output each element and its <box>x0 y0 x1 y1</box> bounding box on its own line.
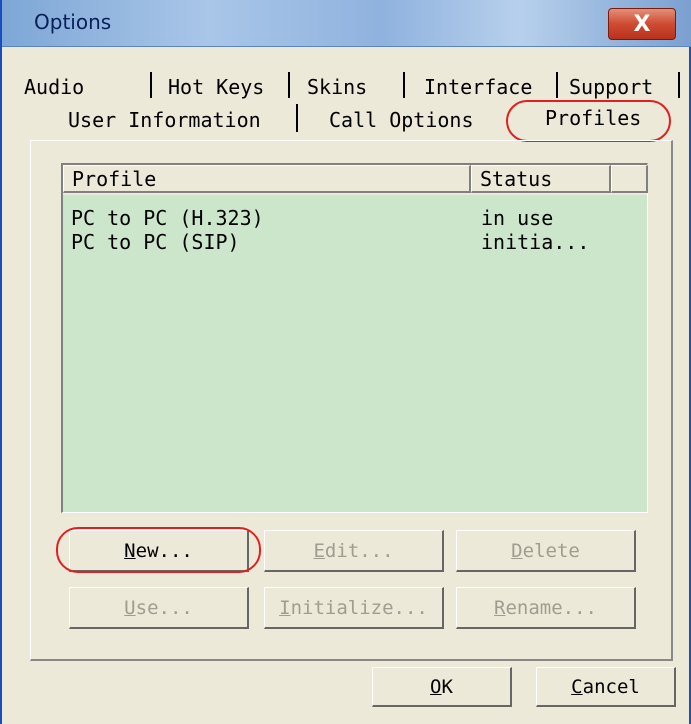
tab-interface[interactable]: Interface <box>424 75 532 99</box>
new-button[interactable]: New... <box>69 530 249 572</box>
list-item-profile[interactable]: PC to PC (SIP) <box>71 231 240 253</box>
tab-hot-keys[interactable]: Hot Keys <box>168 75 264 99</box>
initialize-button[interactable]: Initialize... <box>264 587 444 629</box>
column-header-empty[interactable] <box>611 165 648 193</box>
cancel-button[interactable]: Cancel <box>536 667 676 707</box>
tab-call-options[interactable]: Call Options <box>329 108 474 132</box>
rename-button[interactable]: Rename... <box>456 587 636 629</box>
use-button[interactable]: Use... <box>69 587 249 629</box>
close-button[interactable]: X <box>608 8 676 40</box>
list-item-status: initia... <box>481 230 590 254</box>
edit-button[interactable]: Edit... <box>264 530 444 572</box>
close-icon: X <box>633 11 651 37</box>
list-header: Profile Status <box>63 165 648 195</box>
ok-button[interactable]: OK <box>372 667 512 707</box>
tab-skins[interactable]: Skins <box>307 75 367 99</box>
column-header-status[interactable]: Status <box>471 165 611 193</box>
column-header-profile[interactable]: Profile <box>63 165 471 193</box>
list-item-status: in use <box>481 206 554 230</box>
list-item-profile[interactable]: PC to PC (H.323) <box>71 207 264 229</box>
delete-button[interactable]: Delete <box>456 530 636 572</box>
window-title: Options <box>34 10 112 34</box>
title-bar[interactable]: Options X <box>2 0 691 47</box>
tab-user-information[interactable]: User Information <box>68 108 261 132</box>
tab-audio[interactable]: Audio <box>24 75 84 99</box>
tab-support[interactable]: Support <box>569 75 653 99</box>
tab-profiles[interactable]: Profiles <box>545 106 641 130</box>
profiles-list[interactable]: Profile Status PC to PC (H.323) in use P… <box>61 163 648 513</box>
